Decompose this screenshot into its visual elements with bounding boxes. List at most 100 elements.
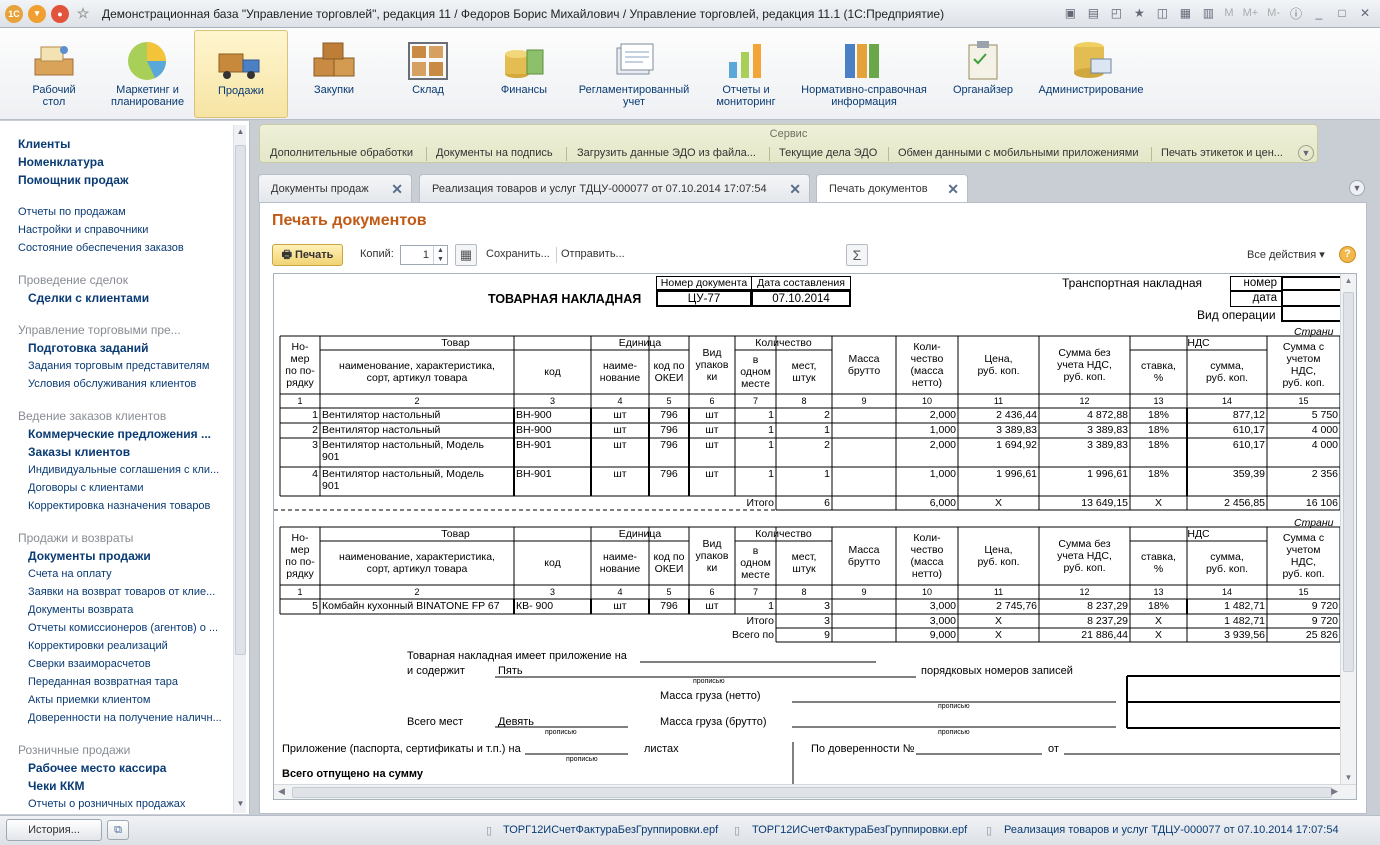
sidebar-item-settings[interactable]: Настройки и справочники [18, 224, 148, 236]
section-marketing[interactable]: Маркетинг и планирование [105, 30, 190, 118]
tab-realization[interactable]: Реализация товаров и услуг ТДЦУ-000077 о… [419, 174, 810, 202]
column-number: 14 [1221, 587, 1232, 597]
sidebar-item[interactable]: Задания торговым представителям [28, 360, 209, 372]
section-finance[interactable]: Финансы [486, 30, 562, 118]
sidebar-item[interactable]: Индивидуальные соглашения с кли... [28, 464, 219, 476]
save-icon[interactable]: ▣ [1061, 4, 1079, 22]
section-reports[interactable]: Отчеты и мониторинг [708, 30, 784, 118]
preview-icon[interactable]: ◰ [1107, 4, 1125, 22]
status-link[interactable]: ТОРГ12ИСчетФактураБезГруппировки.epf [752, 824, 967, 836]
service-link[interactable]: Текущие дела ЭДО [779, 147, 877, 159]
copies-stepper[interactable]: 1 ▲ ▼ [400, 245, 448, 265]
sidebar-item[interactable]: Документы продажи [28, 549, 151, 563]
section-warehouse[interactable]: Склад [390, 30, 466, 118]
history-button[interactable]: История... [6, 819, 102, 841]
section-regulated-accounting[interactable]: Регламентированный учет [574, 30, 694, 118]
close-icon[interactable]: ✕ [947, 181, 959, 198]
sidebar-item[interactable]: Доверенности на получение наличн... [28, 712, 222, 724]
section-administration[interactable]: Администрирование [1034, 30, 1148, 118]
save-button[interactable]: Сохранить... [486, 248, 550, 260]
print-icon[interactable]: ▤ [1084, 4, 1102, 22]
sidebar-item[interactable]: Отчеты о розничных продажах [28, 798, 185, 810]
service-link[interactable]: Обмен данными с мобильными приложениями [898, 147, 1138, 159]
sidebar-item[interactable]: Корректировки реализаций [28, 640, 168, 652]
sidebar-item[interactable]: Коммерческие предложения ... [28, 427, 211, 441]
windows-list-icon[interactable]: ⧉ [107, 820, 129, 840]
spreadsheet-document[interactable]: Но-мер по по-рядку Товар наименование, хара… [273, 273, 1357, 800]
1c-logo-icon[interactable]: 1С [5, 4, 23, 23]
main-menu-icon[interactable]: ▾ [28, 4, 46, 23]
help-icon[interactable]: ? [1339, 246, 1356, 263]
sidebar-item-nomenclature[interactable]: Номенклатура [18, 155, 104, 169]
spin-icon[interactable]: ▲ ▼ [433, 246, 447, 264]
scrollbar-thumb[interactable] [1343, 292, 1354, 672]
scrollbar-thumb[interactable] [292, 787, 1332, 798]
sidebar-item[interactable]: Рабочее место кассира [28, 761, 166, 775]
memory-mplus-button[interactable]: M+ [1241, 7, 1261, 19]
sidebar-item[interactable]: Заказы клиентов [28, 445, 130, 459]
sidebar-item-clients[interactable]: Клиенты [18, 137, 70, 151]
minimize-icon[interactable]: _ [1310, 4, 1328, 22]
sidebar-item[interactable]: Корректировка назначения товаров [28, 500, 210, 512]
section-sales[interactable]: Продажи [194, 30, 288, 118]
sidebar-item[interactable]: Переданная возвратная тара [28, 676, 178, 688]
section-purchases[interactable]: Закупки [296, 30, 372, 118]
sum-icon[interactable]: Σ [846, 244, 868, 266]
status-link[interactable]: ТОРГ12ИСчетФактураБезГруппировки.epf [503, 824, 718, 836]
maximize-icon[interactable]: □ [1333, 4, 1351, 22]
scroll-left-icon[interactable]: ◀ [278, 786, 285, 797]
home-icon[interactable]: ● [51, 4, 69, 23]
favorite-star-icon[interactable]: ☆ [74, 5, 92, 23]
sidebar-item[interactable]: Сверки взаиморасчетов [28, 658, 151, 670]
sidebar-item-order-supply[interactable]: Состояние обеспечения заказов [18, 242, 184, 254]
service-link[interactable]: Дополнительные обработки [270, 147, 413, 159]
send-button[interactable]: Отправить... [561, 248, 625, 260]
close-icon[interactable]: ✕ [391, 181, 403, 198]
section-desktop[interactable]: Рабочий стол [20, 30, 88, 118]
sidebar-item[interactable]: Договоры с клиентами [28, 482, 143, 494]
chevron-down-icon[interactable]: ▼ [1298, 145, 1314, 161]
sidebar-item-sales-assistant[interactable]: Помощник продаж [18, 173, 128, 187]
doc-vertical-scrollbar[interactable]: ▲ ▼ [1340, 274, 1356, 784]
tab-sales-documents[interactable]: Документы продаж ✕ [258, 174, 412, 202]
sidebar-item[interactable]: Акты приемки клиентом [28, 694, 150, 706]
sidebar-item[interactable]: Заявки на возврат товаров от клие... [28, 586, 215, 598]
sidebar-item[interactable]: Сделки с клиентами [28, 291, 149, 305]
service-link[interactable]: Документы на подпись [436, 147, 553, 159]
scroll-up-icon[interactable]: ▲ [1341, 276, 1356, 285]
edit-table-icon[interactable]: ▦ [455, 244, 477, 266]
service-link[interactable]: Загрузить данные ЭДО из файла... [577, 147, 756, 159]
scroll-up-icon[interactable]: ▲ [234, 127, 247, 139]
sidebar-item-sales-reports[interactable]: Отчеты по продажам [18, 206, 126, 218]
info-icon[interactable]: ⓘ [1287, 4, 1305, 22]
all-actions-button[interactable]: Все действия ▾ [1247, 248, 1325, 261]
sidebar-item[interactable]: Счета на оплату [28, 568, 112, 580]
memory-m-button[interactable]: M [1222, 7, 1235, 19]
sidebar-item[interactable]: Документы возврата [28, 604, 133, 616]
favorites-icon[interactable]: ★ [1130, 4, 1148, 22]
calculator-icon[interactable]: ▦ [1176, 4, 1194, 22]
sidebar-item[interactable]: Условия обслуживания клиентов [28, 378, 196, 390]
status-link[interactable]: Реализация товаров и услуг ТДЦУ-000077 о… [1004, 824, 1339, 836]
scroll-down-icon[interactable]: ▼ [234, 799, 247, 811]
scroll-down-icon[interactable]: ▼ [1341, 773, 1356, 782]
memory-mminus-button[interactable]: M- [1265, 7, 1282, 19]
print-button[interactable]: 🖶 Печать [272, 244, 343, 266]
table-cell: 1 [824, 424, 830, 436]
service-link[interactable]: Печать этикеток и цен... [1161, 147, 1283, 159]
sidebar-item[interactable]: Чеки ККМ [28, 779, 84, 793]
sidebar-item[interactable]: Отчеты комиссионеров (агентов) о ... [28, 622, 218, 634]
section-reference-info[interactable]: Нормативно-справочная информация [798, 30, 930, 118]
close-icon[interactable]: ✕ [789, 181, 801, 198]
sidebar-item[interactable]: Подготовка заданий [28, 341, 149, 355]
doc-horizontal-scrollbar[interactable]: ◀ ▶ [274, 784, 1356, 799]
close-icon[interactable]: ✕ [1356, 4, 1374, 22]
scrollbar-thumb[interactable] [235, 145, 246, 655]
tab-print-documents[interactable]: Печать документов ✕ [816, 174, 968, 203]
section-organizer[interactable]: Органайзер [944, 30, 1022, 118]
link-icon[interactable]: ◫ [1153, 4, 1171, 22]
tabs-menu-chevron-icon[interactable]: ▼ [1349, 180, 1365, 196]
calendar-icon[interactable]: ▥ [1199, 4, 1217, 22]
scroll-right-icon[interactable]: ▶ [1331, 786, 1338, 797]
sidebar-scrollbar[interactable]: ▲ ▼ [233, 125, 246, 813]
